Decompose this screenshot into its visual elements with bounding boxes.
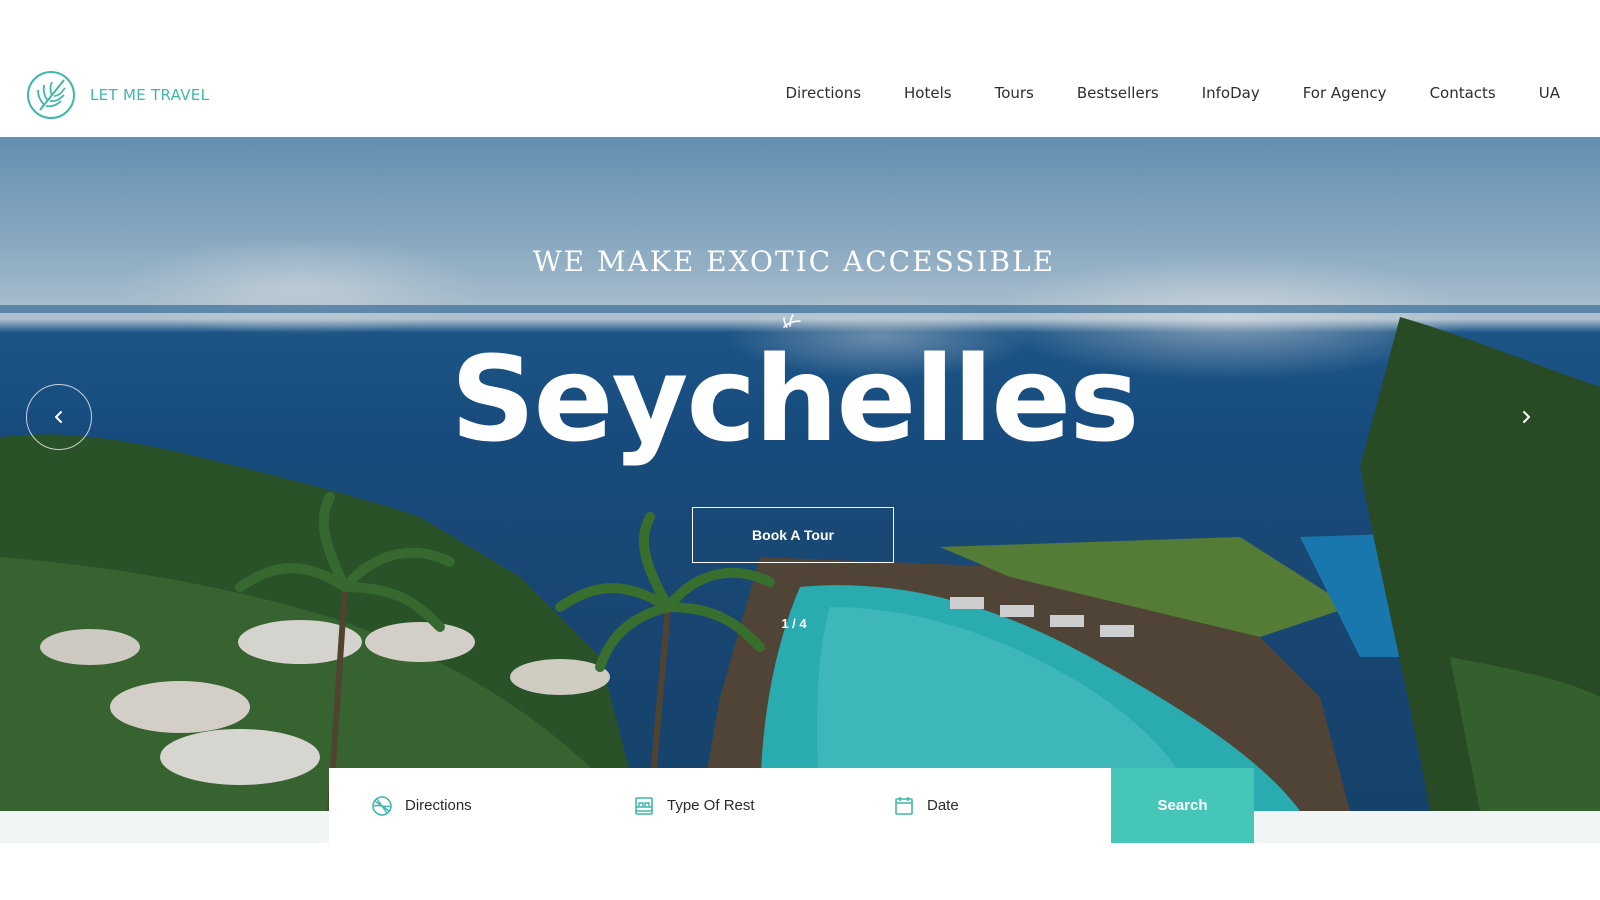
type-of-rest-label: Type Of Rest — [667, 797, 755, 814]
search-button[interactable]: Search — [1111, 768, 1254, 843]
language-switch[interactable]: UA — [1539, 84, 1560, 102]
date-picker[interactable]: Date — [851, 768, 1111, 843]
next-slide-button[interactable] — [1493, 384, 1559, 450]
hero-slider: WE MAKE EXOTIC ACCESSIBLE Seychelles Boo… — [0, 137, 1600, 811]
nav-item-directions[interactable]: Directions — [785, 84, 861, 102]
bed-icon — [635, 796, 653, 815]
leaf-divider-icon — [783, 314, 801, 328]
date-label: Date — [927, 797, 959, 814]
chevron-right-icon — [1523, 411, 1530, 423]
chevron-left-icon — [55, 411, 62, 423]
brand-name: LET ME TRAVEL — [90, 86, 210, 104]
book-a-tour-button[interactable]: Book A Tour — [692, 507, 894, 563]
globe-icon — [372, 795, 392, 816]
prev-slide-button[interactable] — [26, 384, 92, 450]
calendar-icon — [895, 796, 913, 815]
hero-background-image — [0, 137, 1600, 811]
directions-select[interactable]: Directions — [329, 768, 591, 843]
brand-logo[interactable]: LET ME TRAVEL — [26, 70, 209, 120]
nav-item-contacts[interactable]: Contacts — [1430, 84, 1496, 102]
directions-label: Directions — [405, 797, 472, 814]
type-of-rest-select[interactable]: Type Of Rest — [591, 768, 851, 843]
nav-item-bestsellers[interactable]: Bestsellers — [1077, 84, 1159, 102]
slide-counter: 1 / 4 — [781, 616, 807, 631]
nav-item-infoday[interactable]: InfoDay — [1202, 84, 1260, 102]
site-header: LET ME TRAVEL Directions Hotels Tours Be… — [0, 0, 1600, 137]
nav-item-hotels[interactable]: Hotels — [904, 84, 952, 102]
hero-tagline: WE MAKE EXOTIC ACCESSIBLE — [532, 245, 1056, 278]
tour-search-bar: Directions Type Of Rest Date Search — [329, 768, 1254, 843]
palm-leaf-circle-icon — [27, 71, 75, 119]
nav-item-tours[interactable]: Tours — [995, 84, 1034, 102]
main-nav: Directions Hotels Tours Bestsellers Info… — [785, 84, 1560, 102]
hero-headline: Seychelles — [450, 330, 1139, 468]
nav-item-for-agency[interactable]: For Agency — [1303, 84, 1387, 102]
